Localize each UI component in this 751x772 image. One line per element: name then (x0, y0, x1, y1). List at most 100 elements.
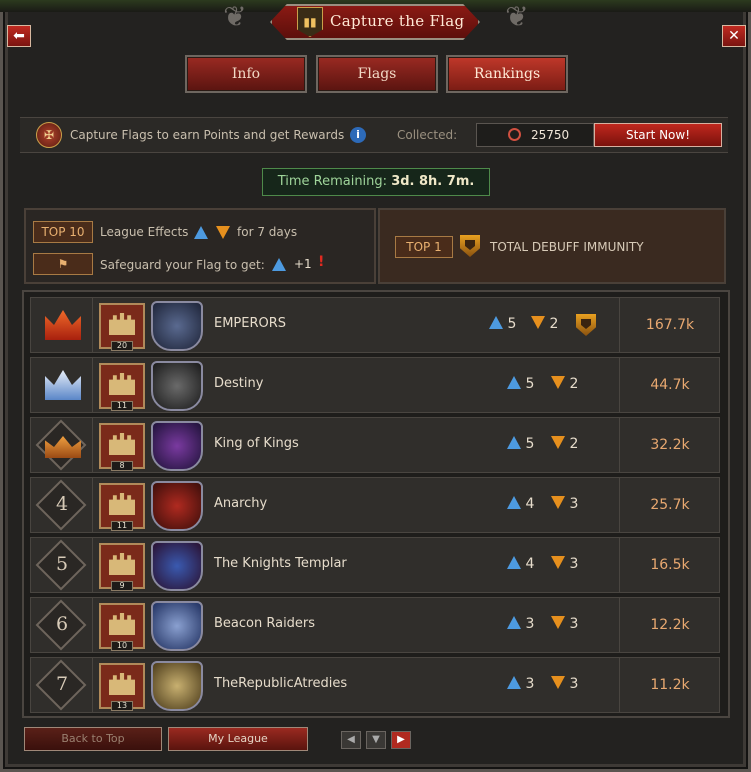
castle-level-box: 20 (99, 303, 145, 351)
castle-level-box: 13 (99, 663, 145, 711)
silver-crown-icon (45, 370, 81, 400)
castle-level: 10 (111, 641, 133, 651)
castle-icon (109, 433, 135, 455)
blue-effect-icon (507, 496, 521, 509)
rank-number: 7 (55, 673, 69, 695)
close-icon: ✕ (728, 28, 740, 44)
league-effects-label: League Effects (100, 225, 189, 239)
ranking-row[interactable]: 20 EMPERORS 5 2 167.7k (30, 297, 720, 353)
info-icon[interactable]: i (350, 127, 366, 143)
castle-level-box: 11 (99, 483, 145, 531)
castle-level-box: 10 (99, 603, 145, 651)
ranking-row[interactable]: 8 King of Kings 5 2 32.2k (30, 417, 720, 473)
blue-effect-icon (507, 376, 521, 389)
close-button[interactable]: ✕ (722, 25, 746, 47)
league-name: King of Kings (214, 436, 299, 451)
blue-effect-icon (489, 316, 503, 329)
league-name: TheRepublicAtredies (214, 676, 348, 691)
rank-cell: 6 (31, 598, 93, 652)
league-name: Beacon Raiders (214, 616, 316, 631)
score: 25.7k (619, 478, 720, 532)
castle-level: 20 (111, 341, 133, 351)
rank-cell (31, 358, 93, 412)
window-title: Capture the Flag (330, 12, 465, 30)
league-emblem-icon (151, 421, 203, 471)
castle-icon (109, 553, 135, 575)
league-name: The Knights Templar (214, 556, 347, 571)
rank-number: 6 (55, 613, 69, 635)
ranking-row[interactable]: 11 Destiny 5 2 44.7k (30, 357, 720, 413)
score: 44.7k (619, 358, 720, 412)
orange-effect-icon (551, 496, 565, 509)
collected-value: 25750 (531, 128, 570, 142)
castle-level: 11 (111, 401, 133, 411)
league-emblem-icon (151, 601, 203, 651)
blue-count: 4 (525, 496, 535, 512)
league-name: Destiny (214, 376, 264, 391)
castle-level: 11 (111, 521, 133, 531)
page-down-button[interactable]: ▼ (366, 731, 386, 749)
orange-effect-icon (216, 226, 230, 239)
league-emblem-icon (151, 661, 203, 711)
castle-level: 13 (111, 701, 133, 711)
back-button[interactable]: ⬅ (7, 25, 31, 47)
score: 167.7k (619, 298, 720, 352)
back-arrow-icon: ⬅ (13, 28, 25, 44)
blue-effect-icon (507, 436, 521, 449)
flag-icon: ⚑ (57, 257, 69, 271)
ranking-row[interactable]: 4 11 Anarchy 4 3 25.7k (30, 477, 720, 533)
ranking-row[interactable]: 6 10 Beacon Raiders 3 3 12.2k (30, 597, 720, 653)
castle-level-box: 11 (99, 363, 145, 411)
points-icon (508, 128, 521, 141)
tab-info[interactable]: Info (185, 55, 307, 93)
blue-count: 5 (525, 436, 535, 452)
blue-effect-icon (507, 616, 521, 629)
orange-count: 3 (569, 496, 579, 512)
tab-flags[interactable]: Flags (316, 55, 438, 93)
prev-page-button[interactable]: ◀ (341, 731, 361, 749)
warning-icon: ! (318, 254, 325, 270)
rank-cell (31, 298, 93, 352)
blue-effect-icon (507, 676, 521, 689)
orange-count: 3 (569, 556, 579, 572)
league-name: Anarchy (214, 496, 268, 511)
rank-cell: 4 (31, 478, 93, 532)
blue-count: 5 (525, 376, 535, 392)
ranking-row[interactable]: 5 9 The Knights Templar 4 3 16.5k (30, 537, 720, 593)
my-league-button[interactable]: My League (168, 727, 308, 751)
castle-icon (109, 313, 135, 335)
time-remaining: Time Remaining: 3d. 8h. 7m. (262, 168, 490, 196)
tab-rankings[interactable]: Rankings (446, 55, 568, 93)
castle-level-box: 9 (99, 543, 145, 591)
score: 11.2k (619, 658, 720, 712)
score: 32.2k (619, 418, 720, 472)
top1-badge: TOP 1 (395, 236, 453, 258)
castle-icon (109, 673, 135, 695)
back-to-top-button[interactable]: Back to Top (24, 727, 162, 751)
flag-emblem-icon: ✠ (36, 122, 62, 148)
rank-cell (31, 418, 93, 472)
rank-number: 4 (55, 493, 69, 515)
castle-icon (109, 613, 135, 635)
orange-effect-icon (551, 436, 565, 449)
arrow-left-icon: ◀ (347, 734, 355, 745)
start-now-button[interactable]: Start Now! (594, 123, 722, 147)
castle-level-box: 8 (99, 423, 145, 471)
castle-level: 8 (111, 461, 133, 471)
safeguard-text: Safeguard your Flag to get: (100, 258, 265, 272)
league-emblem-icon (151, 301, 203, 351)
blue-effect-icon (272, 258, 286, 271)
score: 12.2k (619, 598, 720, 652)
blue-count: 4 (525, 556, 535, 572)
arrow-right-icon: ▶ (397, 734, 405, 745)
next-page-button[interactable]: ▶ (391, 731, 411, 749)
rank-cell: 7 (31, 658, 93, 712)
for-days-text: for 7 days (237, 225, 298, 239)
orange-effect-icon (551, 376, 565, 389)
shield-icon (576, 314, 596, 336)
orange-count: 3 (569, 616, 579, 632)
ranking-row[interactable]: 7 13 TheRepublicAtredies 3 3 11.2k (30, 657, 720, 713)
blue-count: 3 (525, 676, 535, 692)
league-emblem-icon (151, 481, 203, 531)
orange-effect-icon (551, 616, 565, 629)
